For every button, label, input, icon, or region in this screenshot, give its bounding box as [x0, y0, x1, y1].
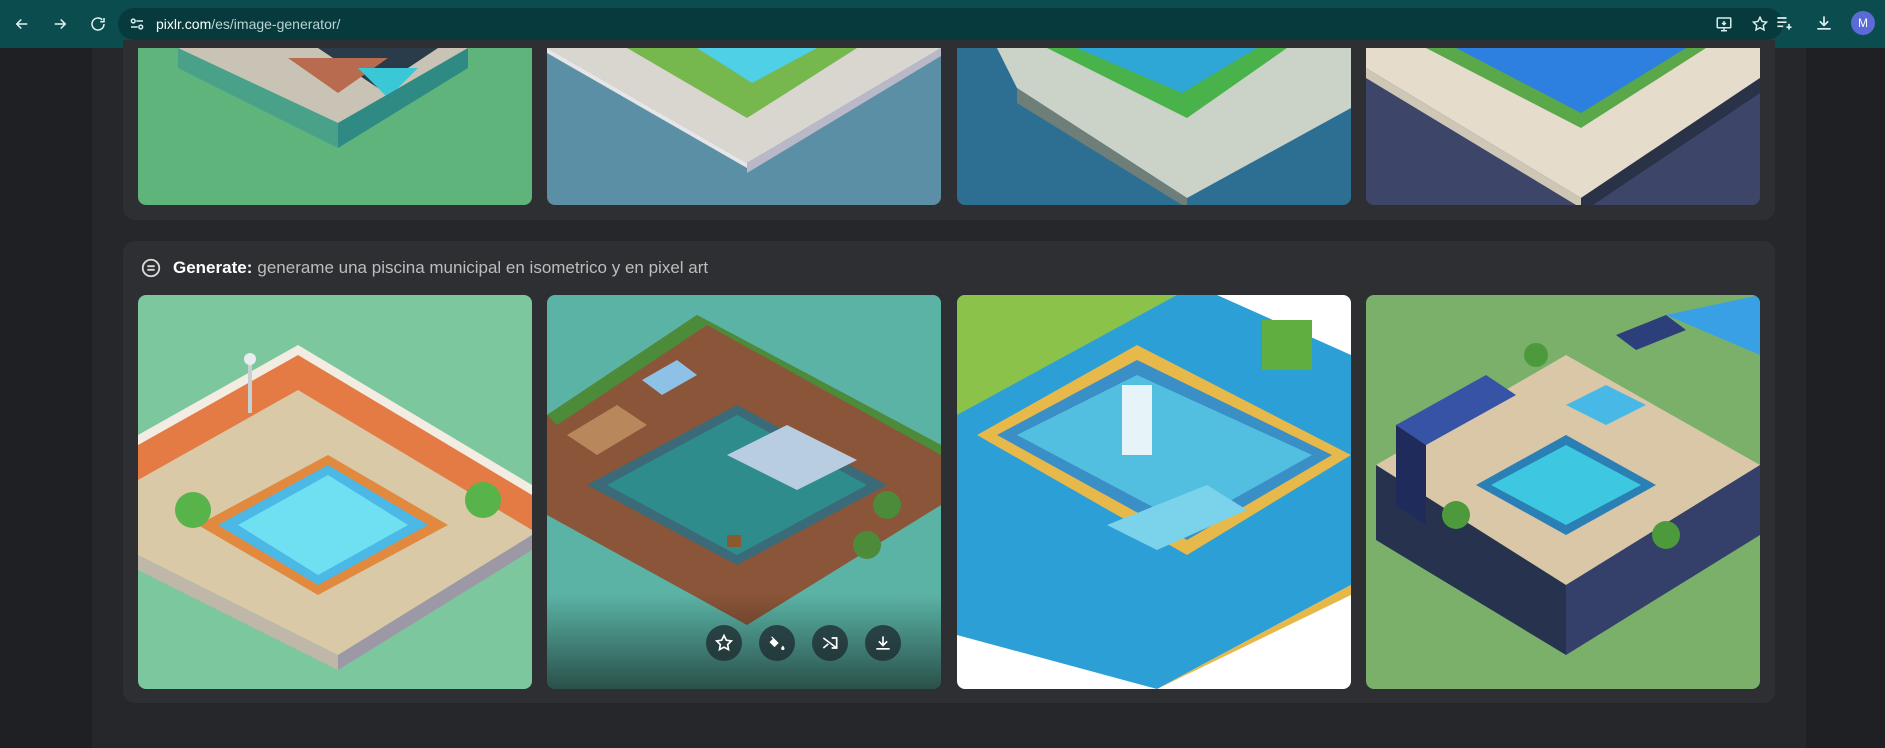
- shuffle-icon: [822, 637, 837, 649]
- url-path: /es/image-generator/: [211, 16, 341, 32]
- result-image[interactable]: [1366, 295, 1760, 689]
- paint-bucket-icon: [769, 636, 784, 651]
- download-button[interactable]: [864, 625, 901, 661]
- star-icon[interactable]: [1749, 13, 1771, 35]
- url-domain: pixlr.com: [156, 16, 212, 32]
- arrow-left-icon: [15, 18, 28, 30]
- download-icon: [875, 636, 890, 650]
- forward-button[interactable]: [42, 6, 78, 42]
- reading-list-icon[interactable]: [1771, 10, 1797, 36]
- fill-button[interactable]: [758, 625, 795, 661]
- favorite-button[interactable]: [705, 625, 742, 661]
- result-image[interactable]: [957, 295, 1351, 689]
- back-button[interactable]: [4, 6, 40, 42]
- prompt-text: generame una piscina municipal en isomet…: [257, 258, 709, 277]
- result-image[interactable]: [547, 48, 941, 205]
- arrow-right-icon: [54, 18, 67, 30]
- url-text[interactable]: pixlr.com/es/image-generator/: [156, 16, 340, 32]
- profile-avatar[interactable]: M: [1851, 11, 1875, 35]
- reload-icon: [91, 17, 105, 31]
- generation-header: Generate: generame una piscina municipal…: [139, 255, 708, 281]
- image-actions: [547, 625, 941, 661]
- install-app-icon[interactable]: [1713, 13, 1735, 35]
- address-bar[interactable]: pixlr.com/es/image-generator/: [118, 8, 1783, 40]
- download-icon[interactable]: [1811, 10, 1837, 36]
- result-image[interactable]: [547, 295, 941, 689]
- generate-label: Generate:: [173, 258, 253, 277]
- result-image[interactable]: [957, 48, 1351, 205]
- reload-button[interactable]: [80, 6, 116, 42]
- tune-icon[interactable]: [126, 13, 148, 35]
- result-image[interactable]: [1366, 48, 1760, 205]
- shuffle-button[interactable]: [811, 625, 848, 661]
- result-image[interactable]: [138, 48, 532, 205]
- star-icon: [714, 633, 733, 652]
- chat-bubble-icon: [139, 256, 163, 280]
- result-image[interactable]: [138, 295, 532, 689]
